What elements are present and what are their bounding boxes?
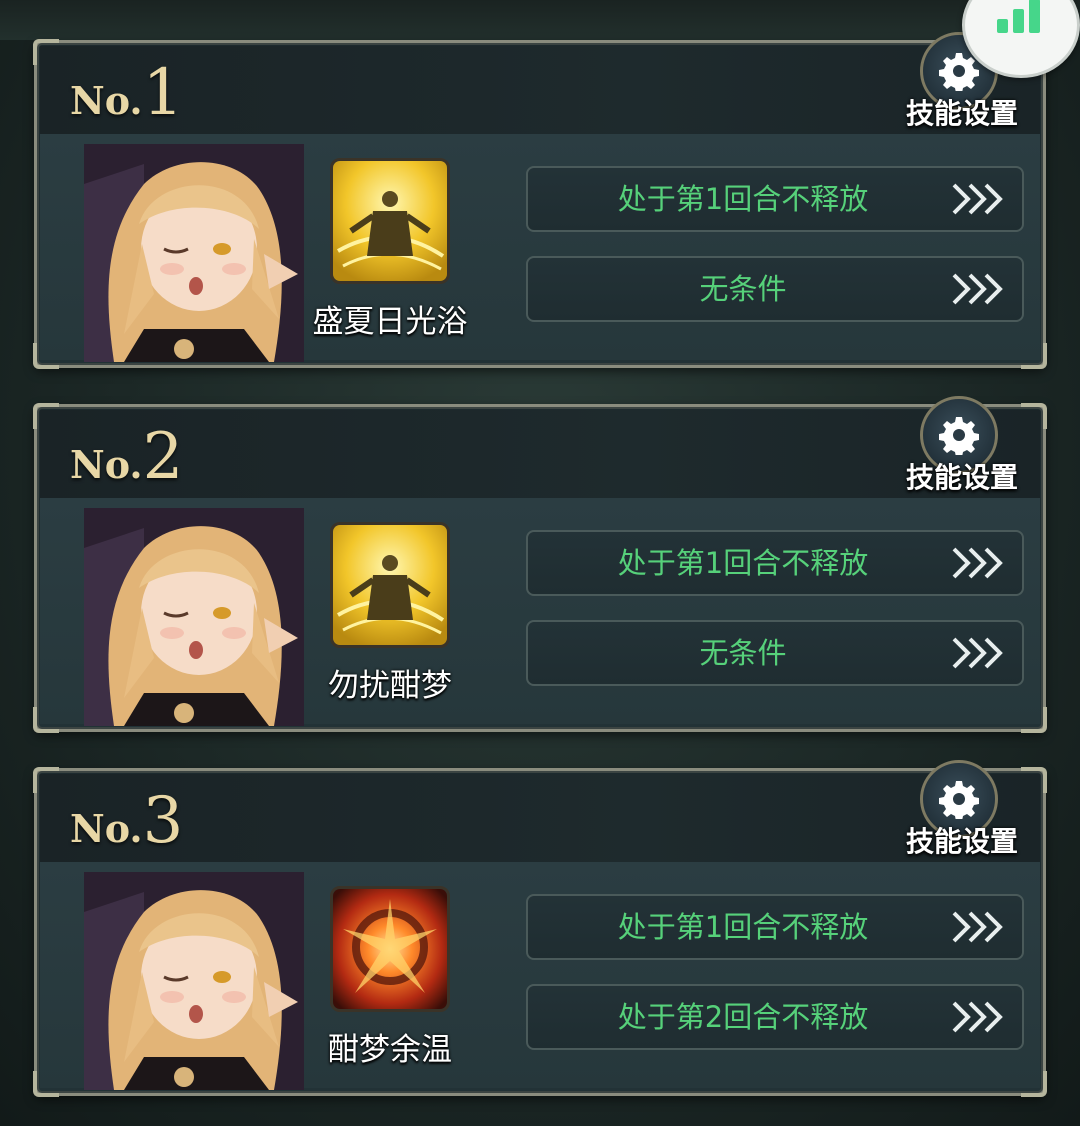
- card-header: [40, 410, 1040, 498]
- condition-2-text: 处于第2回合不释放: [617, 1000, 869, 1034]
- slot-number: No.3: [70, 784, 183, 858]
- triple-chevron-right-icon: [952, 183, 1003, 215]
- character-portrait: [84, 872, 304, 1090]
- condition-2-button[interactable]: 无条件: [526, 620, 1024, 686]
- skill-settings-label: 技能设置: [905, 97, 1018, 130]
- character-portrait: [84, 144, 304, 362]
- condition-1-text: 处于第1回合不释放: [617, 546, 869, 580]
- slot-number-value: 3: [142, 784, 184, 858]
- slot-number-value: 1: [142, 56, 184, 130]
- triple-chevron-right-icon: [952, 547, 1003, 579]
- skill-name: 勿扰酣梦: [328, 668, 452, 704]
- skill-settings-label: 技能设置: [905, 461, 1018, 494]
- slot-number-prefix: No.: [70, 78, 143, 123]
- condition-2-text: 无条件: [699, 272, 787, 306]
- slot-number-prefix: No.: [70, 442, 143, 487]
- skill-settings-button[interactable]: 技能设置: [900, 396, 1024, 500]
- skill-slot-1: No.1 技能设置 盛夏日光浴 处于第1回合不释放 无条件: [33, 32, 1047, 369]
- signal-bar: [1013, 9, 1024, 33]
- slot-number: No.1: [70, 56, 183, 130]
- signal-bar: [1029, 0, 1040, 33]
- slot-number: No.2: [70, 420, 183, 494]
- signal-bars-icon: [997, 19, 1008, 33]
- triple-chevron-right-icon: [952, 1001, 1003, 1033]
- condition-1-text: 处于第1回合不释放: [617, 910, 869, 944]
- condition-1-text: 处于第1回合不释放: [617, 182, 869, 216]
- condition-1-button[interactable]: 处于第1回合不释放: [526, 894, 1024, 960]
- slot-number-value: 2: [142, 420, 184, 494]
- card-header: [40, 46, 1040, 134]
- skill-settings-button[interactable]: 技能设置: [900, 760, 1024, 864]
- golden-light-skill-icon[interactable]: [330, 522, 450, 648]
- triple-chevron-right-icon: [952, 273, 1003, 305]
- condition-1-button[interactable]: 处于第1回合不释放: [526, 166, 1024, 232]
- condition-2-text: 无条件: [699, 636, 787, 670]
- character-portrait: [84, 508, 304, 726]
- condition-2-button[interactable]: 处于第2回合不释放: [526, 984, 1024, 1050]
- condition-1-button[interactable]: 处于第1回合不释放: [526, 530, 1024, 596]
- card-header: [40, 774, 1040, 862]
- skill-slot-2: No.2 技能设置 勿扰酣梦 处于第1回合不释放 无条件: [33, 396, 1047, 733]
- golden-light-skill-icon[interactable]: [330, 158, 450, 284]
- skill-name: 酣梦余温: [328, 1032, 452, 1068]
- condition-2-button[interactable]: 无条件: [526, 256, 1024, 322]
- triple-chevron-right-icon: [952, 637, 1003, 669]
- triple-chevron-right-icon: [952, 911, 1003, 943]
- skill-settings-label: 技能设置: [905, 825, 1018, 858]
- skill-name: 盛夏日光浴: [312, 304, 468, 340]
- fire-burst-skill-icon[interactable]: [330, 886, 450, 1012]
- skill-slot-3: No.3 技能设置 酣梦余温 处于第1回合不释放 处于第2回合不释放: [33, 760, 1047, 1097]
- slot-number-prefix: No.: [70, 806, 143, 851]
